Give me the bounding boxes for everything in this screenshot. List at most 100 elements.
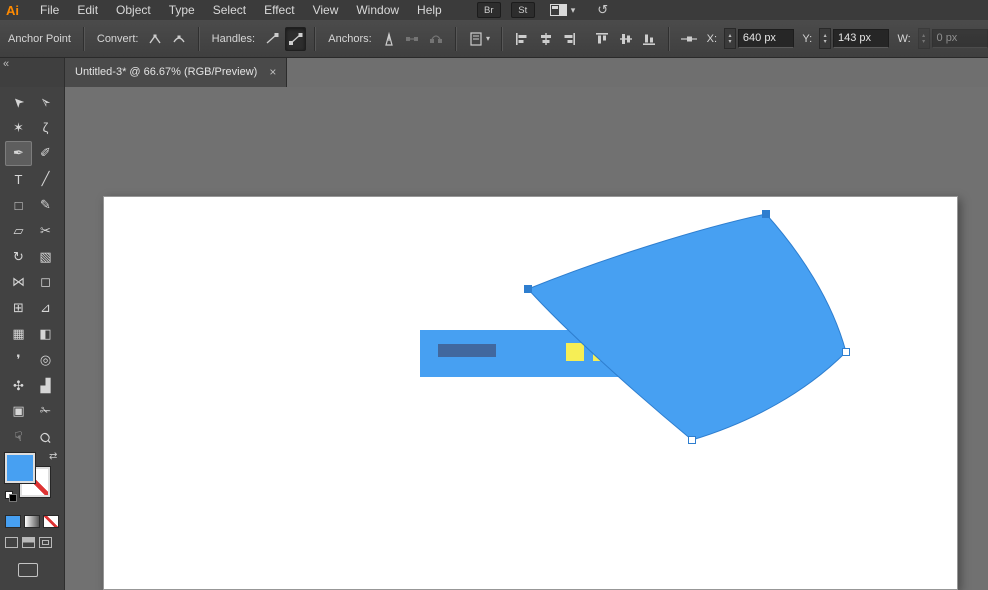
anchor-right[interactable] — [843, 349, 850, 356]
hand-tool[interactable]: ☟ — [5, 424, 32, 450]
transform-reference-button[interactable] — [678, 27, 700, 51]
draw-normal-button[interactable] — [5, 537, 18, 548]
control-title: Anchor Point — [8, 33, 71, 45]
menu-window[interactable]: Window — [347, 0, 408, 20]
rectangle-icon: □ — [15, 198, 23, 213]
align-left-button[interactable] — [511, 27, 533, 51]
scale-tool[interactable]: ▧ — [32, 244, 59, 270]
yellow-square-1[interactable] — [566, 343, 584, 361]
hide-handles-icon — [264, 31, 280, 47]
anchor-left[interactable] — [525, 286, 532, 293]
draw-inside-button[interactable] — [39, 537, 52, 548]
add-anchor-button[interactable] — [378, 27, 400, 51]
toolbar-collapse[interactable]: « — [0, 57, 65, 87]
divider — [668, 27, 670, 51]
scissors-tool[interactable]: ✂ — [32, 218, 59, 244]
color-button[interactable] — [5, 515, 21, 528]
workspace-switcher[interactable]: ▾ — [549, 3, 576, 17]
convert-corner-button[interactable] — [144, 27, 166, 51]
line-segment-tool[interactable]: ╱ — [32, 166, 59, 192]
cut-path-button[interactable] — [425, 27, 447, 51]
pen-icon: ✒ — [13, 145, 24, 161]
canvas-pasteboard[interactable] — [65, 87, 988, 590]
anchor-bottom[interactable] — [689, 437, 696, 444]
bridge-button[interactable]: Br — [477, 2, 501, 18]
artwork-layer — [65, 87, 988, 590]
dark-blue-rect-shape[interactable] — [438, 344, 496, 357]
align-middle-button[interactable] — [615, 27, 637, 51]
y-input[interactable]: 143 px — [833, 29, 889, 48]
isolate-selected-button[interactable]: ▾ — [465, 27, 494, 51]
shape-builder-tool[interactable]: ⊞ — [5, 295, 32, 321]
menu-effect[interactable]: Effect — [255, 0, 303, 20]
handles-show-button[interactable] — [285, 27, 307, 51]
pencil-icon: ✎ — [40, 197, 51, 213]
anchors-connect-icon — [404, 31, 420, 47]
artboard-tool[interactable]: ▣ — [5, 399, 32, 425]
default-fill-stroke-icon[interactable] — [5, 491, 17, 501]
free-transform-tool[interactable]: ◻ — [32, 270, 59, 296]
symbol-sprayer-tool[interactable]: ✣ — [5, 373, 32, 399]
column-graph-icon: ▟ — [41, 378, 51, 394]
menu-edit[interactable]: Edit — [68, 0, 107, 20]
pen-tool[interactable]: ✒ — [5, 141, 32, 167]
perspective-grid-tool[interactable]: ⊿ — [32, 295, 59, 321]
screen-mode-button[interactable] — [18, 563, 38, 577]
align-bottom-button[interactable] — [638, 27, 660, 51]
type-tool[interactable]: T — [5, 166, 32, 192]
anchor-top[interactable] — [763, 211, 770, 218]
menu-select[interactable]: Select — [204, 0, 255, 20]
perspective-grid-icon: ⊿ — [40, 300, 51, 316]
y-stepper[interactable]: ▴ ▾ — [819, 28, 831, 49]
menu-file[interactable]: File — [31, 0, 68, 20]
handles-hide-button[interactable] — [261, 27, 283, 51]
zoom-icon: Ϙ — [37, 428, 55, 446]
line-icon: ╱ — [42, 171, 50, 187]
menu-object[interactable]: Object — [107, 0, 160, 20]
align-center-button[interactable] — [535, 27, 557, 51]
shape-builder-icon: ⊞ — [13, 300, 24, 316]
zoom-tool[interactable]: Ϙ — [32, 424, 59, 450]
swap-fill-stroke-icon[interactable]: ⇄ — [49, 451, 57, 462]
rotate-view-icon[interactable]: ↺ — [597, 2, 608, 18]
eyedropper-tool[interactable]: ❜ — [5, 347, 32, 373]
none-button[interactable] — [43, 515, 59, 528]
mesh-tool[interactable]: ▦ — [5, 321, 32, 347]
rectangle-tool[interactable]: □ — [5, 192, 32, 218]
gradient-icon: ◧ — [39, 326, 51, 342]
magic-wand-tool[interactable]: ✶ — [5, 115, 32, 141]
width-tool[interactable]: ⋈ — [5, 270, 32, 296]
chevron-down-icon: ▾ — [571, 5, 576, 16]
fill-swatch[interactable] — [5, 453, 35, 483]
paint-tool[interactable]: ✐ — [32, 141, 59, 167]
gradient-button[interactable] — [24, 515, 40, 528]
align-top-button[interactable] — [591, 27, 613, 51]
selection-tool[interactable]: ➤ — [5, 89, 32, 115]
scissors-icon: ✂ — [40, 223, 51, 239]
column-graph-tool[interactable]: ▟ — [32, 373, 59, 399]
close-tab-icon[interactable]: × — [269, 65, 276, 79]
document-tab[interactable]: Untitled-3* @ 66.67% (RGB/Preview) × — [65, 57, 287, 87]
color-mode-buttons — [5, 515, 59, 528]
rotate-tool[interactable]: ↻ — [5, 244, 32, 270]
menu-bar: Ai File Edit Object Type Select Effect V… — [0, 0, 988, 20]
x-stepper[interactable]: ▴ ▾ — [724, 28, 736, 49]
menu-view[interactable]: View — [304, 0, 348, 20]
gradient-tool[interactable]: ◧ — [32, 321, 59, 347]
blend-tool[interactable]: ◎ — [32, 347, 59, 373]
pencil-tool[interactable]: ✎ — [32, 192, 59, 218]
slice-icon: ✁ — [40, 403, 51, 419]
align-right-button[interactable] — [559, 27, 581, 51]
slice-tool[interactable]: ✁ — [32, 399, 59, 425]
lasso-tool[interactable]: ζ — [32, 115, 59, 141]
remove-anchors-button[interactable] — [401, 27, 423, 51]
eraser-tool[interactable]: ▱ — [5, 218, 32, 244]
style-button[interactable]: St — [511, 2, 535, 18]
warped-quad-shape[interactable] — [528, 214, 846, 440]
direct-selection-tool[interactable]: ➢ — [32, 89, 59, 115]
convert-smooth-button[interactable] — [168, 27, 190, 51]
menu-help[interactable]: Help — [408, 0, 451, 20]
menu-type[interactable]: Type — [160, 0, 204, 20]
draw-behind-button[interactable] — [22, 537, 35, 548]
x-input[interactable]: 640 px — [738, 29, 794, 48]
